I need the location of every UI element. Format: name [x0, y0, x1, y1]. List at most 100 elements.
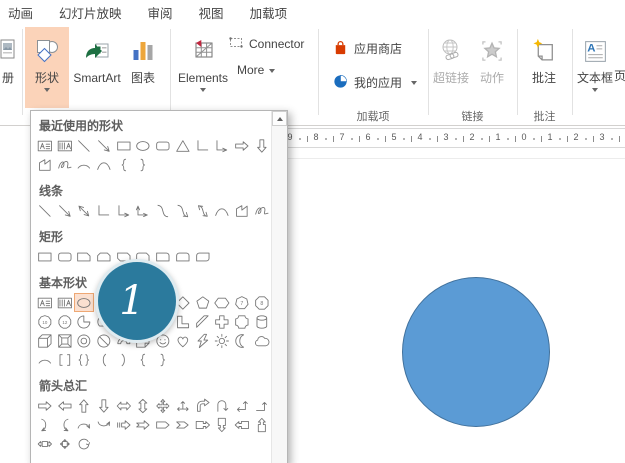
- shape-left-right-up-arrow[interactable]: [173, 396, 193, 415]
- shape-sun[interactable]: [212, 331, 232, 350]
- shape-heptagon[interactable]: 7: [232, 293, 252, 312]
- shape-diagonal-stripe[interactable]: [193, 312, 213, 331]
- shape-arrow[interactable]: [94, 136, 114, 155]
- shape-pie[interactable]: [74, 312, 94, 331]
- shape-line[interactable]: [74, 136, 94, 155]
- shape-elbow-connector[interactable]: [94, 201, 114, 220]
- shape-rounded-rectangle[interactable]: [55, 247, 75, 266]
- shape-u-turn-arrow[interactable]: [212, 396, 232, 415]
- shape-vertical-text-box[interactable]: [55, 136, 75, 155]
- ribbon-tab-0[interactable]: 动画: [8, 3, 33, 22]
- chart-button[interactable]: 图表: [124, 27, 162, 108]
- shape-pentagon-arrow[interactable]: [153, 415, 173, 434]
- shape-up-arrow-callout[interactable]: [252, 415, 272, 434]
- shape-quad-arrow-callout[interactable]: [55, 434, 75, 453]
- shape-oval[interactable]: [133, 136, 153, 155]
- shape-striped-right-arrow[interactable]: [114, 415, 134, 434]
- shape-curve[interactable]: [94, 155, 114, 174]
- shape-donut[interactable]: [74, 331, 94, 350]
- shape-right-brace[interactable]: [153, 350, 173, 369]
- shape-heart[interactable]: [173, 331, 193, 350]
- shape-rounded-rectangle[interactable]: [153, 136, 173, 155]
- shape-bent-up-arrow[interactable]: [252, 396, 272, 415]
- shape-double-arrow[interactable]: [74, 201, 94, 220]
- ribbon-tab-1[interactable]: 幻灯片放映: [59, 3, 122, 22]
- shape-circular-arrow[interactable]: [74, 434, 94, 453]
- shape-snip-single-corner-rectangle[interactable]: [74, 247, 94, 266]
- shape-left-brace[interactable]: [133, 350, 153, 369]
- shape-arc[interactable]: [74, 155, 94, 174]
- my-apps-button[interactable]: 我的应用: [332, 72, 418, 93]
- shape-chevron[interactable]: [173, 415, 193, 434]
- shape-text-box[interactable]: [35, 293, 55, 312]
- shape-left-arrow-callout[interactable]: [232, 415, 252, 434]
- shape-down-arrow[interactable]: [94, 396, 114, 415]
- shape-curved-up-arrow[interactable]: [74, 415, 94, 434]
- shape-scribble[interactable]: [252, 201, 272, 220]
- shape-round-same-side-corner-rectangle[interactable]: [173, 247, 193, 266]
- shape-elbow-connector[interactable]: [193, 136, 213, 155]
- hyperlink-button[interactable]: 超链接: [430, 27, 472, 108]
- ribbon-tab-3[interactable]: 视图: [199, 3, 224, 22]
- shape-up-down-arrow[interactable]: [133, 396, 153, 415]
- header-footer-button-partial[interactable]: 页: [614, 67, 625, 84]
- shape-right-bracket[interactable]: [114, 350, 134, 369]
- shape-double-brace[interactable]: [74, 350, 94, 369]
- text-box-button[interactable]: A 文本框: [576, 27, 614, 108]
- more-button[interactable]: More: [237, 63, 276, 77]
- shape-left-up-arrow[interactable]: [232, 396, 252, 415]
- shape-moon[interactable]: [232, 331, 252, 350]
- shape-freeform[interactable]: [232, 201, 252, 220]
- connector-button[interactable]: Connector: [228, 35, 304, 53]
- shape-vertical-text-box[interactable]: [55, 293, 75, 312]
- slide-oval-shape[interactable]: [402, 277, 550, 427]
- shape-right-arrow[interactable]: [35, 396, 55, 415]
- shape-snip-same-side-corner-rectangle[interactable]: [94, 247, 114, 266]
- shape-hexagon[interactable]: [212, 293, 232, 312]
- comment-button[interactable]: 批注: [522, 27, 566, 108]
- shape-scribble[interactable]: [55, 155, 75, 174]
- shape-curved-right-arrow[interactable]: [35, 415, 55, 434]
- shape-curved-left-arrow[interactable]: [55, 415, 75, 434]
- shape-freeform[interactable]: [35, 155, 55, 174]
- shape-curved-arrow-connector[interactable]: [173, 201, 193, 220]
- shape-curve[interactable]: [212, 201, 232, 220]
- shape-rectangle[interactable]: [35, 247, 55, 266]
- shape-cloud[interactable]: [252, 331, 272, 350]
- shape-double-bracket[interactable]: [55, 350, 75, 369]
- shape-left-right-arrow[interactable]: [114, 396, 134, 415]
- shape-right-brace[interactable]: [133, 155, 153, 174]
- shape-octagon[interactable]: 8: [252, 293, 272, 312]
- shape-up-arrow[interactable]: [74, 396, 94, 415]
- gallery-scrollbar[interactable]: [271, 111, 287, 463]
- shape-oval[interactable]: [74, 293, 95, 312]
- shape-curved-double-arrow-connector[interactable]: [193, 201, 213, 220]
- shape-lightning-bolt[interactable]: [193, 331, 213, 350]
- shape-left-arrow[interactable]: [55, 396, 75, 415]
- shape-left-bracket[interactable]: [94, 350, 114, 369]
- shapes-button[interactable]: 形状: [25, 27, 69, 108]
- shape-elbow-double-arrow-connector[interactable]: [133, 201, 153, 220]
- scrollbar-up-button[interactable]: [272, 111, 287, 126]
- shape-bevel[interactable]: [55, 331, 75, 350]
- shape-elbow-arrow-connector[interactable]: [212, 136, 232, 155]
- shape-elbow-arrow-connector[interactable]: [114, 201, 134, 220]
- elements-button[interactable]: Elements: [174, 27, 232, 108]
- smartart-button[interactable]: SmartArt: [70, 27, 124, 108]
- shape-arc[interactable]: [35, 350, 55, 369]
- shape-left-right-arrow-callout[interactable]: [35, 434, 55, 453]
- shape-arrow[interactable]: [55, 201, 75, 220]
- shape-regular-pentagon[interactable]: [193, 293, 213, 312]
- app-store-button[interactable]: 应用商店: [332, 38, 402, 59]
- ribbon-tab-2[interactable]: 审阅: [148, 3, 173, 22]
- shape-text-box[interactable]: [35, 136, 55, 155]
- shape-can[interactable]: [252, 312, 272, 331]
- shape-line[interactable]: [35, 201, 55, 220]
- shape-plaque[interactable]: [232, 312, 252, 331]
- shape-cross[interactable]: [212, 312, 232, 331]
- shape-isosceles-triangle[interactable]: [173, 136, 193, 155]
- shape-curved-down-arrow[interactable]: [94, 415, 114, 434]
- shape-bent-arrow[interactable]: [193, 396, 213, 415]
- shape-left-brace[interactable]: [114, 155, 134, 174]
- photo-album-button-partial[interactable]: 册: [0, 27, 18, 108]
